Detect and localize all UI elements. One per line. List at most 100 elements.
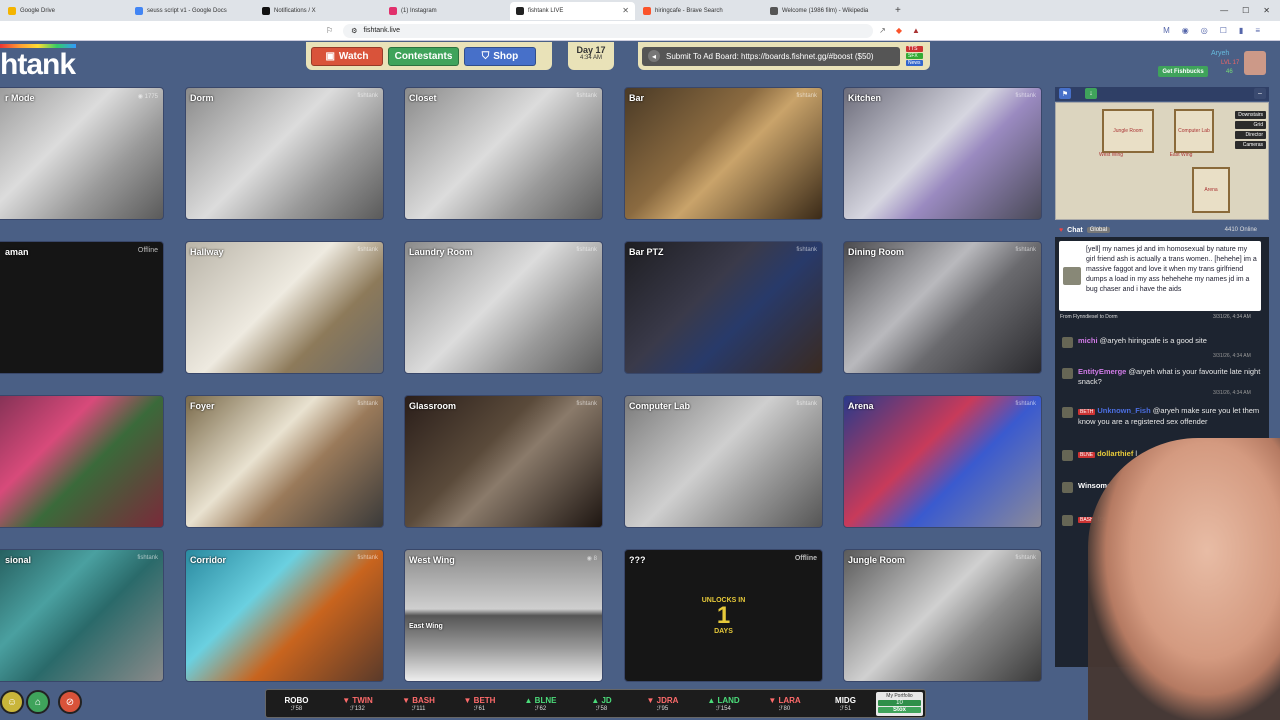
camera-tile[interactable]: Hallway fishtank: [185, 241, 384, 374]
camera-tile[interactable]: UNLOCKS IN 1 DAYS??? Offline: [624, 549, 823, 682]
close-window-icon[interactable]: ✕: [1263, 6, 1270, 15]
camera-tile[interactable]: Jungle Room fishtank: [843, 549, 1042, 682]
camera-tile[interactable]: sional fishtank: [0, 549, 164, 682]
up-arrow-icon: ▲: [707, 695, 718, 705]
extension-icon[interactable]: M: [1163, 26, 1170, 35]
site-info-icon[interactable]: ⚙: [351, 27, 357, 35]
news-badge[interactable]: News: [906, 60, 923, 66]
camera-tile[interactable]: Corridor fishtank: [185, 549, 384, 682]
shop-button[interactable]: ⛉ Shop: [464, 46, 536, 66]
downstairs-button[interactable]: Downstairs: [1235, 111, 1266, 119]
camera-tile[interactable]: Bar PTZ fishtank: [624, 241, 823, 374]
close-tab-icon[interactable]: ✕: [622, 6, 629, 15]
camera-tile[interactable]: Kitchen fishtank: [843, 87, 1042, 220]
camera-tile[interactable]: Foyer fishtank: [185, 395, 384, 528]
stock-ticker[interactable]: ▼ TWIN ℱ132: [327, 696, 388, 712]
camera-tile[interactable]: Dining Room fishtank: [843, 241, 1042, 374]
browser-tab[interactable]: seuss script v1 - Google Docs: [129, 2, 254, 20]
sidebar-icon[interactable]: ▮: [1239, 26, 1243, 35]
chat-message[interactable]: michi @aryeh hiringcafe is a good site: [1062, 336, 1262, 348]
chat-username[interactable]: EntityEmerge: [1078, 367, 1126, 376]
tts-badge[interactable]: TTS: [906, 46, 923, 52]
menu-icon[interactable]: ≡: [1255, 26, 1260, 35]
get-fishbucks-button[interactable]: Get Fishbucks: [1158, 66, 1208, 77]
minimize-icon[interactable]: —: [1220, 6, 1228, 15]
map-room[interactable]: Jungle Room: [1102, 109, 1154, 153]
camera-tile[interactable]: Arena fishtank: [843, 395, 1042, 528]
site-logo[interactable]: htank: [0, 48, 76, 82]
map-room[interactable]: East Wing: [1156, 149, 1206, 161]
ticker-price: 95: [661, 705, 669, 712]
camera-tile[interactable]: Glassroom fishtank: [404, 395, 603, 528]
camera-tile[interactable]: Dorm fishtank: [185, 87, 384, 220]
chat-username[interactable]: michi: [1078, 336, 1098, 345]
emote-icon[interactable]: ☺: [0, 690, 24, 714]
brave-rewards-icon[interactable]: ▲: [912, 26, 920, 35]
username[interactable]: Aryeh: [1211, 50, 1229, 57]
director-button[interactable]: Director: [1235, 131, 1266, 139]
back-arrow-icon[interactable]: ◂: [648, 50, 660, 62]
browser-tab[interactable]: Welcome (1986 film) - Wikipedia: [764, 2, 889, 20]
download-icon[interactable]: ↓: [1085, 88, 1097, 99]
camera-tile[interactable]: West Wing East Wing ◉ 8: [404, 549, 603, 682]
url-field[interactable]: ⚙ fishtank.live: [343, 23, 874, 38]
maximize-icon[interactable]: ☐: [1242, 6, 1249, 15]
map-room[interactable]: Arena: [1192, 167, 1230, 213]
ad-board-banner[interactable]: ◂ Submit To Ad Board: https://boards.fis…: [642, 46, 900, 66]
stox-button[interactable]: Stox: [878, 706, 921, 713]
camera-label: Jungle Room: [848, 555, 906, 565]
tab-favicon-icon: [770, 6, 778, 15]
cameras-button[interactable]: Cameras: [1235, 141, 1266, 149]
browser-tab[interactable]: Notifications / X: [256, 2, 381, 20]
stock-ticker[interactable]: ▲ JD ℱ58: [571, 696, 632, 712]
share-icon[interactable]: ↗: [879, 26, 886, 35]
extension-icon[interactable]: ☐: [1220, 26, 1227, 35]
grid-button[interactable]: Grid: [1235, 121, 1266, 129]
collapse-icon[interactable]: –: [1254, 88, 1266, 99]
stock-ticker[interactable]: ROBO ℱ58: [266, 696, 327, 712]
extension-icon[interactable]: ◎: [1201, 26, 1208, 35]
chat-message[interactable]: BETH Unknown_Fish @aryeh make sure you le…: [1062, 406, 1262, 427]
new-tab-button[interactable]: +: [895, 5, 901, 16]
stock-ticker[interactable]: ▼ LARA ℱ80: [754, 696, 815, 712]
block-icon[interactable]: ⊘: [58, 690, 82, 714]
house-map[interactable]: Jungle Room Computer Lab West Wing East …: [1055, 102, 1269, 220]
map-room[interactable]: West Wing: [1086, 149, 1136, 161]
trash-icon[interactable]: ⌂: [26, 690, 50, 714]
camera-tile[interactable]: aman Offline: [0, 241, 164, 374]
browser-tab[interactable]: Google Drive: [2, 2, 127, 20]
brave-shield-icon[interactable]: ◆: [896, 26, 902, 35]
tab-title: hiringcafe - Brave Search: [655, 7, 723, 14]
stock-ticker[interactable]: MIDG ℱ51: [815, 696, 876, 712]
chat-username[interactable]: Unknown_Fish: [1097, 406, 1150, 415]
map-icon[interactable]: ⚑: [1059, 88, 1071, 99]
stock-ticker[interactable]: ▲ LAND ℱ154: [693, 696, 754, 712]
extension-icon[interactable]: ◉: [1182, 26, 1189, 35]
stock-ticker[interactable]: ▼ JDRA ℱ95: [632, 696, 693, 712]
chat-username[interactable]: dollarthief: [1097, 449, 1133, 458]
camera-label: East Wing: [409, 623, 443, 630]
stock-ticker[interactable]: ▲ BLNE ℱ62: [510, 696, 571, 712]
chat-message[interactable]: EntityEmerge @aryeh what is your favouri…: [1062, 367, 1262, 387]
camera-label: r Mode: [5, 93, 35, 103]
browser-tab[interactable]: fishtank LIVE ✕: [510, 1, 635, 20]
stock-ticker[interactable]: ▼ BETH ℱ61: [449, 696, 510, 712]
camera-tile[interactable]: Computer Lab fishtank: [624, 395, 823, 528]
camera-tile[interactable]: Laundry Room fishtank: [404, 241, 603, 374]
global-tab[interactable]: Global: [1086, 227, 1111, 233]
portfolio-widget[interactable]: My Portfolio 10 Stox: [876, 691, 923, 716]
camera-tile[interactable]: r Mode ◉ 1775: [0, 87, 164, 220]
sfx-badge[interactable]: SFX: [906, 53, 923, 59]
camera-tile[interactable]: Bar fishtank: [624, 87, 823, 220]
contestants-button[interactable]: Contestants: [388, 46, 459, 66]
ticker-price: 58: [600, 705, 608, 712]
watch-button[interactable]: ▣ Watch: [311, 46, 383, 66]
browser-tab[interactable]: hiringcafe - Brave Search: [637, 2, 762, 20]
avatar[interactable]: [1244, 51, 1266, 75]
camera-tile[interactable]: [0, 395, 164, 528]
map-room[interactable]: Computer Lab: [1174, 109, 1214, 153]
bookmark-icon[interactable]: ⚐: [326, 26, 333, 35]
browser-tab[interactable]: (1) Instagram: [383, 2, 508, 20]
stock-ticker[interactable]: ▼ BASH ℱ111: [388, 696, 449, 712]
camera-tile[interactable]: Closet fishtank: [404, 87, 603, 220]
